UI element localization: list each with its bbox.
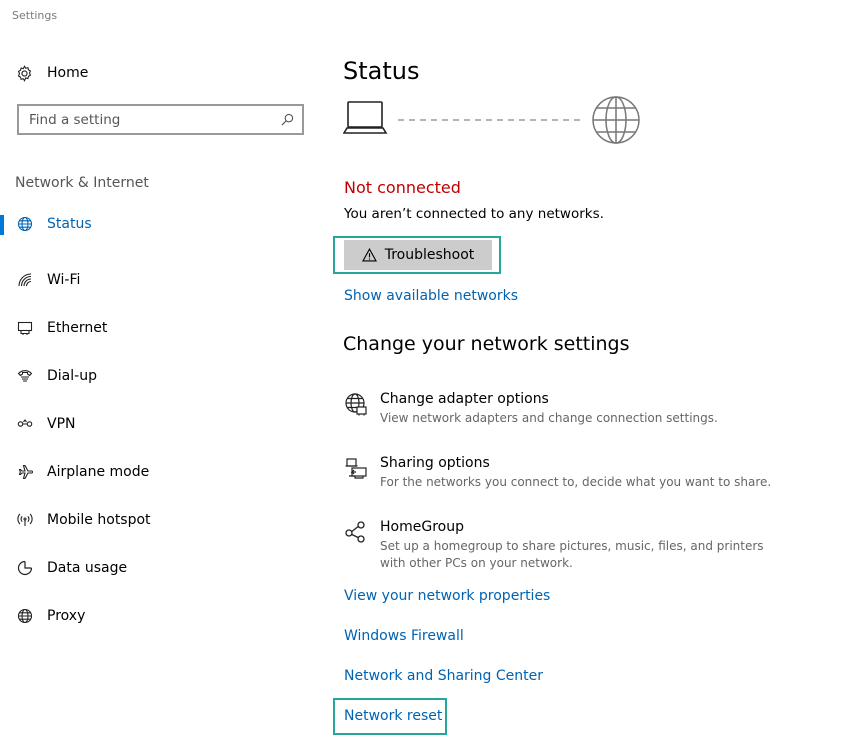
setting-description: View network adapters and change connect… [380,411,718,425]
sidebar-item-label: Wi-Fi [47,272,81,288]
search-input[interactable] [29,111,280,128]
sidebar-item-label: Data usage [47,560,128,576]
window-title: Settings [12,9,58,22]
homegroup[interactable]: HomeGroup Set up a homegroup to share pi… [343,518,803,572]
airplane-icon [16,463,34,481]
page-title: Status [343,57,420,85]
ethernet-icon [16,319,34,337]
troubleshoot-label: Troubleshoot [384,247,475,263]
setting-description: Set up a homegroup to share pictures, mu… [380,539,764,570]
sidebar-item-proxy[interactable]: Proxy [0,592,320,640]
wifi-icon [16,271,34,289]
setting-description: For the networks you connect to, decide … [380,475,772,489]
sidebar-item-label: Status [47,216,92,232]
sidebar-item-wifi[interactable]: Wi-Fi [0,256,320,304]
home-link[interactable]: Home [15,62,88,84]
globe-status-icon [16,215,34,233]
search-icon[interactable] [280,113,294,127]
gear-icon [15,64,33,82]
hotspot-icon [16,511,34,529]
sidebar-item-label: Proxy [47,608,86,624]
network-reset-link[interactable]: Network reset [344,708,442,724]
sidebar-item-label: Airplane mode [47,464,150,480]
status-description: You aren’t connected to any networks. [344,206,604,222]
sharing-icon [343,455,369,481]
sidebar-item-dialup[interactable]: Dial-up [0,352,320,400]
sidebar-item-label: Mobile hotspot [47,512,151,528]
home-label: Home [47,65,89,81]
show-available-networks-link[interactable]: Show available networks [344,288,518,304]
sidebar-item-status[interactable]: Status [0,208,320,240]
data-usage-icon [16,559,34,577]
sidebar-item-label: Ethernet [47,320,108,336]
sidebar-item-vpn[interactable]: VPN [0,400,320,448]
change-settings-heading: Change your network settings [343,333,630,355]
sharing-options[interactable]: Sharing options For the networks you con… [343,454,803,491]
internet-globe-icon [592,96,640,144]
sidebar-item-label: Dial-up [47,368,97,384]
proxy-globe-icon [16,607,34,625]
search-box[interactable] [17,104,304,135]
change-adapter-options[interactable]: Change adapter options View network adap… [343,390,803,427]
vpn-icon [16,415,34,433]
troubleshoot-button[interactable]: Troubleshoot [344,240,492,270]
section-label: Network & Internet [15,175,149,191]
sidebar-item-mobile-hotspot[interactable]: Mobile hotspot [0,496,320,544]
connection-diagram [343,96,640,144]
sidebar-item-ethernet[interactable]: Ethernet [0,304,320,352]
status-heading: Not connected [344,178,461,197]
warning-icon [361,248,377,262]
sidebar-nav: Status Wi-Fi Ethernet Dial-up VPN Airpla… [0,208,320,640]
sidebar-item-label: VPN [47,416,76,432]
view-network-properties-link[interactable]: View your network properties [344,588,550,604]
laptop-icon [343,101,388,134]
dialup-icon [16,367,34,385]
homegroup-icon [343,519,369,545]
network-sharing-center-link[interactable]: Network and Sharing Center [344,668,543,684]
sidebar-item-airplane-mode[interactable]: Airplane mode [0,448,320,496]
setting-title: HomeGroup [380,519,464,535]
setting-title: Change adapter options [380,391,549,407]
sidebar-item-data-usage[interactable]: Data usage [0,544,320,592]
setting-title: Sharing options [380,455,490,471]
windows-firewall-link[interactable]: Windows Firewall [344,628,464,644]
adapter-globe-icon [343,391,369,417]
